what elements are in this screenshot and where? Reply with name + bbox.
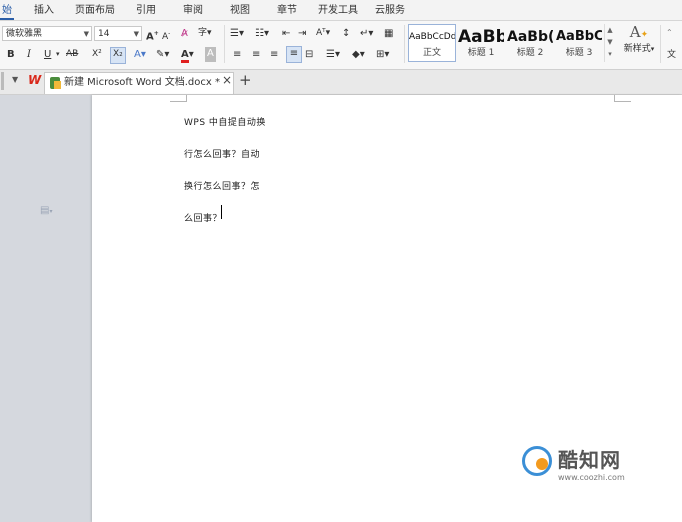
bullet-list-icon[interactable]: ☰▾ — [230, 26, 244, 41]
font-size-value: 14 — [98, 29, 110, 39]
style-normal[interactable]: AaBbCcDd 正文 — [408, 24, 456, 62]
tab-list-dropdown-icon[interactable]: ▼ — [12, 75, 18, 84]
numbered-list-icon[interactable]: ☷▾ — [255, 26, 269, 41]
new-style-button[interactable]: A✦ 新样式▾ — [622, 23, 656, 63]
font-name-select[interactable]: 微软雅黑 ▼ — [2, 26, 92, 41]
style-name: 标题 3 — [565, 48, 593, 58]
watermark-logo-accent — [536, 458, 548, 470]
new-tab-button[interactable]: + — [239, 71, 252, 89]
page-corner-mark — [170, 95, 187, 102]
phonetic-guide-icon[interactable]: 字▾ — [198, 26, 212, 41]
bold-button[interactable]: B — [7, 47, 15, 62]
tab-review[interactable]: 审阅 — [183, 0, 203, 20]
table-icon[interactable]: ▦ — [384, 26, 393, 41]
document-page[interactable]: ▤▾ WPS 中自提自动换 行怎么回事？自动 换行怎么回事？怎 么回事？ 酷知网… — [40, 95, 682, 522]
border-icon[interactable]: ⊞▾ — [376, 47, 389, 62]
increase-indent-icon[interactable]: ⇥ — [298, 26, 306, 41]
style-preview: AaBb — [458, 27, 504, 47]
tab-home[interactable]: 始 — [2, 0, 12, 20]
highlight-icon[interactable]: ✎▾ — [156, 47, 169, 62]
align-center-icon[interactable]: ≡ — [252, 47, 260, 62]
styles-scroll[interactable]: ▲ ▼ ▾ — [604, 24, 615, 62]
style-heading-2[interactable]: AaBb( 标题 2 — [506, 24, 554, 62]
tab-view[interactable]: 视图 — [230, 0, 250, 20]
tab-references[interactable]: 引用 — [136, 0, 156, 20]
line-spacing-icon[interactable]: ☰▾ — [326, 47, 340, 62]
document-tab[interactable]: 新建 Microsoft Word 文档.docx * — [44, 72, 234, 94]
style-heading-3[interactable]: AaBbC 标题 3 — [555, 24, 603, 62]
align-justify-icon[interactable]: ≡ — [286, 46, 302, 63]
collapse-ribbon-icon[interactable]: ⌃ — [666, 25, 673, 40]
subscript-button[interactable]: X₂ — [110, 47, 126, 64]
menu-bar: 始 插入 页面布局 引用 审阅 视图 章节 开发工具 云服务 — [0, 0, 682, 21]
style-preview: AaBbCcDd — [409, 32, 455, 42]
italic-button[interactable]: I — [27, 47, 31, 62]
close-tab-icon[interactable]: × — [222, 73, 232, 87]
ribbon-toolbar: 微软雅黑 ▼ 14 ▼ A+ A- A̷ 字▾ ☰▾ ☷▾ ⇤ ⇥ Aᵀ▾ ↕ … — [0, 21, 682, 70]
style-name: 标题 1 — [467, 48, 495, 58]
document-paragraph[interactable]: 行怎么回事？自动 — [184, 147, 260, 160]
underline-button[interactable]: U — [44, 47, 51, 62]
document-paragraph[interactable]: 换行怎么回事？怎 — [184, 179, 260, 192]
char-shading-icon[interactable]: A — [205, 47, 216, 62]
tab-insert[interactable]: 插入 — [34, 0, 54, 20]
font-color-letter: A — [181, 49, 189, 63]
style-heading-1[interactable]: AaBb 标题 1 — [457, 24, 505, 62]
strikethrough-button[interactable]: AB — [66, 47, 78, 62]
text-direction-icon[interactable]: Aᵀ▾ — [316, 26, 330, 41]
font-size-select[interactable]: 14 ▼ — [94, 26, 142, 41]
style-name: 标题 2 — [516, 48, 544, 58]
style-preview: AaBb( — [507, 29, 553, 45]
new-style-label: 新样式 — [623, 44, 651, 54]
ribbon-divider — [224, 25, 225, 63]
chevron-down-icon: ▼ — [133, 30, 139, 38]
page-corner-mark — [614, 95, 631, 102]
sidebar-toggle-icon[interactable] — [1, 72, 4, 90]
ribbon-divider — [404, 25, 405, 63]
shrink-font-button[interactable]: A- — [162, 26, 170, 42]
tab-developer[interactable]: 开发工具 — [318, 0, 358, 20]
tab-chapter[interactable]: 章节 — [277, 0, 297, 20]
wps-logo-icon[interactable]: W — [28, 73, 41, 87]
underline-dropdown-icon[interactable]: ▾ — [56, 47, 60, 62]
font-name-value: 微软雅黑 — [6, 29, 43, 39]
ribbon-divider — [660, 25, 661, 63]
style-name: 正文 — [422, 48, 441, 58]
tab-page-layout[interactable]: 页面布局 — [75, 0, 115, 20]
word-doc-icon-overlay — [54, 81, 61, 89]
document-tab-title: 新建 Microsoft Word 文档.docx * — [64, 77, 220, 88]
text-effect-icon[interactable]: A▾ — [134, 47, 146, 62]
tab-cloud[interactable]: 云服务 — [375, 0, 405, 20]
decrease-indent-icon[interactable]: ⇤ — [282, 26, 290, 41]
align-left-icon[interactable]: ≡ — [233, 47, 241, 62]
shading-icon[interactable]: ◆▾ — [352, 47, 365, 62]
align-right-icon[interactable]: ≡ — [270, 47, 278, 62]
text-cursor — [221, 205, 222, 219]
show-marks-icon[interactable]: ↵▾ — [360, 26, 373, 41]
new-style-icon: A✦ — [629, 23, 649, 41]
chevron-down-icon: ▼ — [83, 30, 89, 38]
document-paragraph[interactable]: WPS 中自提自动换 — [184, 115, 266, 128]
watermark: 酷知网 www.coozhi.com — [516, 440, 666, 492]
distribute-icon[interactable]: ⊟ — [305, 47, 313, 62]
watermark-url: www.coozhi.com — [558, 473, 625, 482]
paragraph-handle-icon[interactable]: ▤▾ — [40, 205, 52, 216]
sort-icon[interactable]: ↕ — [342, 26, 350, 41]
document-tab-bar: ▼ W 新建 Microsoft Word 文档.docx * × + — [0, 70, 682, 95]
document-paragraph[interactable]: 么回事？ — [184, 211, 222, 224]
left-margin-area — [0, 95, 92, 522]
superscript-button[interactable]: X² — [92, 47, 102, 62]
clear-format-icon[interactable]: A̷ — [181, 26, 188, 41]
watermark-brand: 酷知网 — [558, 448, 621, 472]
grow-font-button[interactable]: A+ — [146, 26, 159, 42]
more-tools-label[interactable]: 文 — [667, 48, 676, 63]
style-preview: AaBbC — [556, 29, 602, 44]
active-tab-underline — [0, 18, 14, 20]
font-color-button[interactable]: A▾ — [181, 47, 194, 63]
